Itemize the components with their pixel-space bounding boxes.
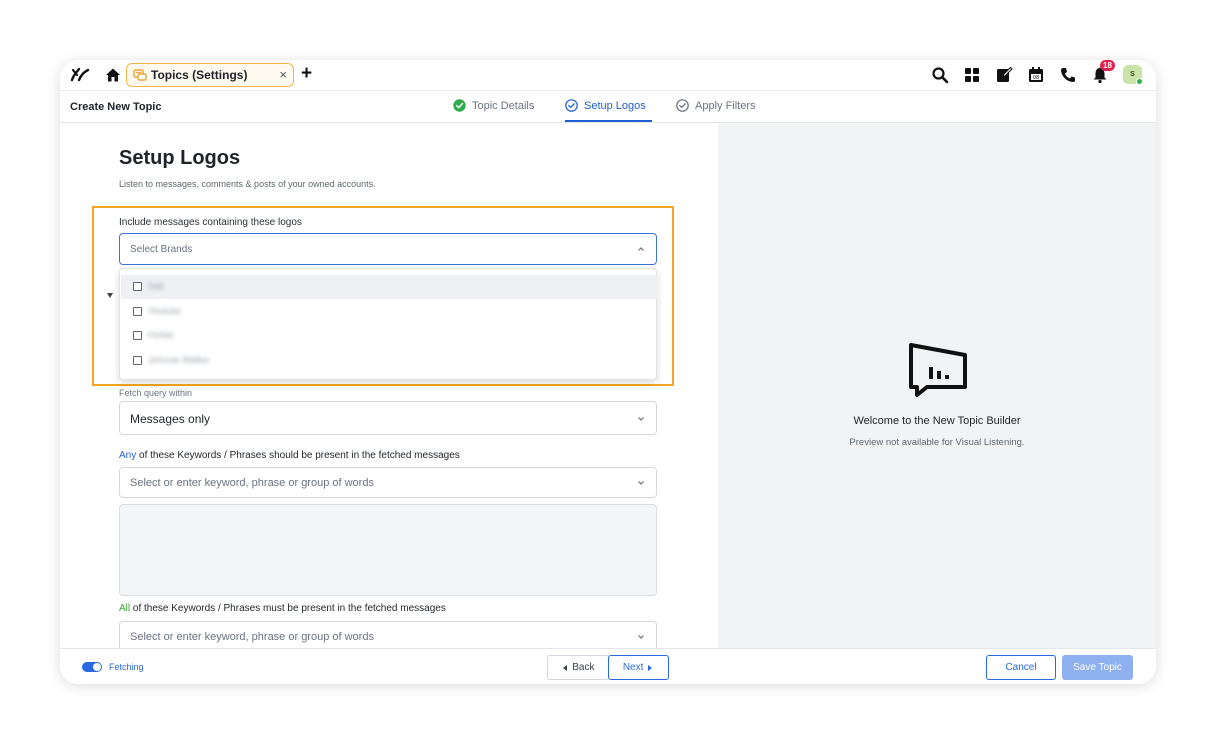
brand-option-label: Ferbie: [148, 330, 174, 340]
page-title: Create New Topic: [70, 101, 162, 113]
fetch-query-value: Messages only: [130, 412, 211, 426]
active-step-underline: [565, 120, 652, 122]
app-logo-icon[interactable]: [70, 66, 90, 84]
next-label: Next: [622, 662, 644, 673]
all-keywords-placeholder: Select or enter keyword, phrase or group…: [130, 631, 374, 643]
caret-right-icon: [648, 664, 653, 671]
brand-option-label: Youtube: [148, 306, 181, 316]
wizard-header: Create New Topic Topic Details Setup Log…: [60, 91, 1156, 123]
all-keywords-label: All of these Keywords / Phrases must be …: [119, 603, 446, 614]
all-keywords-prefix: All: [119, 603, 131, 614]
back-button[interactable]: Back: [547, 655, 609, 680]
form-panel: Setup Logos Listen to messages, comments…: [60, 123, 718, 648]
fetch-field-label: Fetch query within: [119, 388, 193, 398]
cancel-button[interactable]: Cancel: [986, 655, 1056, 680]
fetch-query-select[interactable]: Messages only: [119, 401, 657, 435]
topics-icon: [133, 69, 147, 81]
back-label: Back: [572, 662, 595, 673]
calendar-icon[interactable]: 08: [1027, 66, 1045, 84]
all-keywords-text: of these Keywords / Phrases must be pres…: [130, 603, 446, 614]
brand-option[interactable]: Nali: [121, 275, 657, 299]
check-circle-pending-icon: [676, 99, 689, 112]
new-tab-button[interactable]: +: [301, 63, 312, 85]
check-circle-active-icon: [565, 99, 578, 112]
next-button[interactable]: Next: [608, 655, 669, 680]
caret-left-icon: [563, 664, 568, 671]
fetching-toggle[interactable]: [82, 662, 102, 672]
chevron-down-icon: [638, 635, 644, 639]
step-label: Topic Details: [472, 100, 535, 112]
brand-checkbox[interactable]: [133, 331, 142, 340]
brands-dropdown-menu: Nali Youtube Ferbie Johnnie Walker: [119, 268, 657, 380]
home-icon[interactable]: [104, 66, 122, 84]
brand-option[interactable]: Youtube: [121, 300, 657, 324]
compose-icon[interactable]: [995, 66, 1013, 84]
any-keywords-input[interactable]: Select or enter keyword, phrase or group…: [119, 467, 657, 498]
section-title: Setup Logos: [119, 147, 241, 169]
step-label: Apply Filters: [695, 100, 756, 112]
step-label: Setup Logos: [584, 100, 646, 112]
brand-option[interactable]: Johnnie Walker: [121, 349, 657, 373]
tab-topics-settings[interactable]: Topics (Settings) ×: [126, 63, 294, 87]
notification-count-badge: 18: [1100, 60, 1115, 71]
cancel-label: Cancel: [1005, 662, 1037, 673]
select-brands-dropdown[interactable]: Select Brands: [119, 233, 657, 265]
apps-grid-icon[interactable]: [963, 66, 981, 84]
any-keywords-label: Any of these Keywords / Phrases should b…: [119, 450, 460, 461]
footer-bar: Fetching Back Next Cancel Save Topic: [60, 648, 1156, 684]
keywords-textarea[interactable]: [119, 504, 657, 596]
preview-title: Welcome to the New Topic Builder: [853, 415, 1021, 427]
save-label: Save Topic: [1073, 662, 1122, 673]
preview-panel: Welcome to the New Topic Builder Preview…: [718, 123, 1156, 648]
brand-option[interactable]: Ferbie: [121, 324, 657, 348]
top-bar: Topics (Settings) × + 08 18 S: [60, 60, 1156, 91]
all-keywords-input[interactable]: Select or enter keyword, phrase or group…: [119, 621, 657, 648]
any-keywords-text: of these Keywords / Phrases should be pr…: [136, 450, 460, 461]
chevron-down-icon: [638, 481, 644, 485]
section-subtitle: Listen to messages, comments & posts of …: [119, 179, 376, 189]
analytics-chat-icon: [909, 343, 967, 397]
select-brands-placeholder: Select Brands: [130, 244, 193, 255]
any-keywords-placeholder: Select or enter keyword, phrase or group…: [130, 477, 374, 489]
brand-checkbox[interactable]: [133, 307, 142, 316]
svg-text:08: 08: [1033, 75, 1039, 81]
save-topic-button[interactable]: Save Topic: [1062, 655, 1133, 680]
app-window: Topics (Settings) × + 08 18 S Create New…: [60, 60, 1156, 684]
tab-label: Topics (Settings): [151, 68, 248, 82]
fetching-label: Fetching: [109, 662, 144, 672]
chevron-down-icon: [638, 417, 644, 421]
close-tab-icon[interactable]: ×: [279, 67, 287, 82]
brand-checkbox[interactable]: [133, 356, 142, 365]
any-keywords-prefix: Any: [119, 450, 137, 461]
brand-option-label: Nali: [148, 281, 164, 291]
preview-subtitle: Preview not available for Visual Listeni…: [849, 437, 1025, 448]
search-icon[interactable]: [931, 66, 949, 84]
collapse-arrow-icon[interactable]: [107, 293, 113, 298]
logos-field-label: Include messages containing these logos: [119, 217, 302, 228]
chevron-up-icon: [638, 247, 644, 251]
online-status-dot: [1136, 78, 1143, 85]
check-complete-icon: [453, 99, 466, 112]
brand-option-label: Johnnie Walker: [148, 355, 210, 365]
phone-icon[interactable]: [1059, 66, 1077, 84]
brand-checkbox[interactable]: [133, 282, 142, 291]
